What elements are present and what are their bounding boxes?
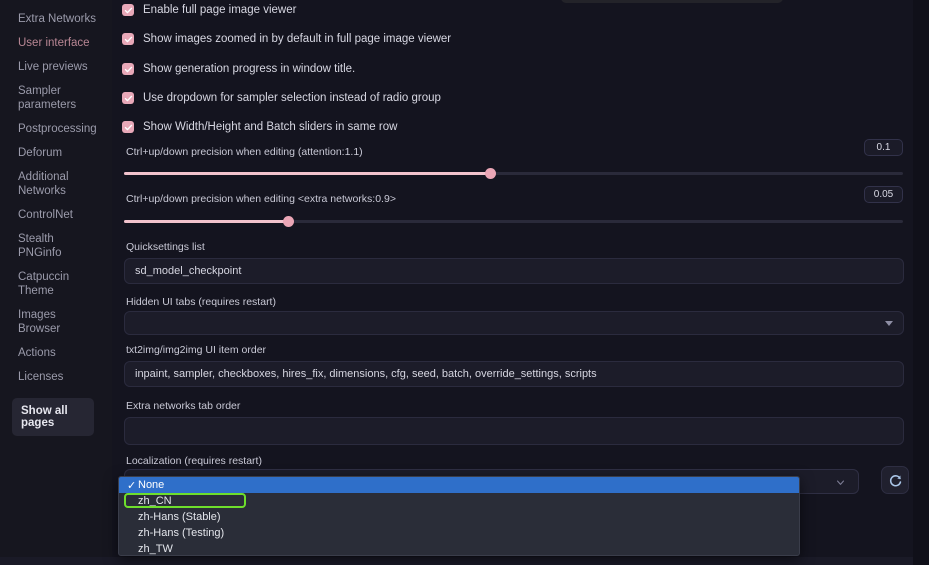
checkbox-label: Enable full page image viewer	[143, 4, 297, 16]
sidebar-item-clipped[interactable]	[0, 0, 100, 7]
ui-item-order-label: txt2img/img2img UI item order	[126, 344, 267, 356]
checkbox-label: Show Width/Height and Batch sliders in s…	[143, 121, 398, 133]
slider-label-attention-precision: Ctrl+up/down precision when editing (att…	[126, 146, 363, 158]
dropdown-option-label: zh-Hans (Stable)	[138, 511, 221, 523]
page-bottom-bar	[0, 557, 913, 565]
sidebar-item-user-interface[interactable]: User interface	[0, 31, 100, 55]
settings-page: Extra Networks User interface Live previ…	[0, 0, 929, 565]
slider-fill	[124, 172, 491, 175]
sidebar-item-deforum[interactable]: Deforum	[0, 141, 100, 165]
sidebar-item-additional-networks[interactable]: Additional Networks	[0, 165, 100, 203]
dropdown-option-label: None	[138, 479, 165, 491]
extra-networks-tab-order-input[interactable]	[124, 417, 904, 445]
settings-main-panel: Enable full page image viewer Show image…	[112, 0, 913, 557]
extra-networks-tab-order-label: Extra networks tab order	[126, 400, 241, 412]
dropdown-option-zh-cn[interactable]: zh_CN	[119, 493, 799, 509]
slider-value-attention-precision[interactable]: 0.1	[864, 139, 903, 156]
dropdown-option-none[interactable]: ✓ None	[119, 477, 799, 493]
sidebar-item-postprocessing[interactable]: Postprocessing	[0, 117, 100, 141]
slider-value-extra-networks-precision[interactable]: 0.05	[864, 186, 903, 203]
localization-dropdown-list[interactable]: ✓ None zh_CN zh-Hans (Stable) zh-Hans (T…	[118, 476, 800, 556]
sidebar-item-licenses[interactable]: Licenses	[0, 365, 100, 389]
refresh-icon	[889, 474, 901, 486]
checkbox-row-progress-in-title[interactable]: Show generation progress in window title…	[122, 63, 355, 75]
sidebar-item-images-browser[interactable]: Images Browser	[0, 303, 100, 341]
dropdown-option-zh-hans-testing[interactable]: zh-Hans (Testing)	[119, 525, 799, 541]
checkbox-label: Use dropdown for sampler selection inste…	[143, 92, 441, 104]
caret-down-icon[interactable]	[885, 321, 893, 326]
ui-item-order-input[interactable]: inpaint, sampler, checkboxes, hires_fix,…	[124, 361, 904, 387]
slider-thumb[interactable]	[282, 216, 294, 227]
slider-fill	[124, 220, 288, 223]
slider-extra-networks-precision[interactable]	[124, 216, 903, 228]
dropdown-option-zh-tw[interactable]: zh_TW	[119, 541, 799, 555]
sidebar-item-sampler-parameters[interactable]: Sampler parameters	[0, 79, 100, 117]
show-all-pages-button[interactable]: Show all pages	[12, 398, 94, 436]
dropdown-option-label: zh_TW	[138, 543, 173, 555]
sidebar-item-extra-networks[interactable]: Extra Networks	[0, 7, 100, 31]
sidebar-item-stealth-pnginfo[interactable]: Stealth PNGinfo	[0, 227, 100, 265]
checkbox-row-zoomed-in-default[interactable]: Show images zoomed in by default in full…	[122, 33, 451, 45]
checkmark-icon	[122, 121, 134, 133]
check-icon: ✓	[127, 479, 137, 492]
checkbox-row-dropdown-sampler[interactable]: Use dropdown for sampler selection inste…	[122, 92, 441, 104]
dropdown-option-label: zh-Hans (Testing)	[138, 527, 225, 539]
checkbox-row-full-page-image-viewer[interactable]: Enable full page image viewer	[122, 4, 296, 16]
quicksettings-list-input[interactable]: sd_model_checkpoint	[124, 258, 904, 284]
settings-sidebar: Extra Networks User interface Live previ…	[0, 0, 112, 557]
checkbox-label: Show images zoomed in by default in full…	[143, 33, 452, 45]
dropdown-option-zh-hans-stable[interactable]: zh-Hans (Stable)	[119, 509, 799, 525]
refresh-localization-button[interactable]	[881, 466, 909, 494]
hidden-ui-tabs-label: Hidden UI tabs (requires restart)	[126, 296, 276, 308]
dropdown-option-label: zh_CN	[138, 495, 172, 507]
slider-thumb[interactable]	[485, 168, 497, 179]
sidebar-item-live-previews[interactable]: Live previews	[0, 55, 100, 79]
checkbox-row-sliders-same-row[interactable]: Show Width/Height and Batch sliders in s…	[122, 121, 397, 133]
checkbox-label: Show generation progress in window title…	[143, 63, 356, 75]
slider-label-extra-networks-precision: Ctrl+up/down precision when editing <ext…	[126, 193, 396, 205]
sidebar-item-catpuccin-theme[interactable]: Catpuccin Theme	[0, 265, 100, 303]
checkmark-icon	[122, 63, 134, 75]
right-gutter	[913, 0, 929, 565]
hidden-ui-tabs-multiselect[interactable]	[124, 311, 904, 335]
sidebar-item-actions[interactable]: Actions	[0, 341, 100, 365]
sidebar-item-controlnet[interactable]: ControlNet	[0, 203, 100, 227]
checkmark-icon	[122, 33, 134, 45]
checkmark-icon	[122, 92, 134, 104]
localization-label: Localization (requires restart)	[126, 455, 262, 467]
checkmark-icon	[122, 4, 134, 16]
slider-attention-precision[interactable]	[124, 168, 903, 180]
chevron-down-icon	[836, 480, 845, 485]
clipped-top-element	[561, 0, 783, 3]
quicksettings-list-label: Quicksettings list	[126, 241, 205, 253]
